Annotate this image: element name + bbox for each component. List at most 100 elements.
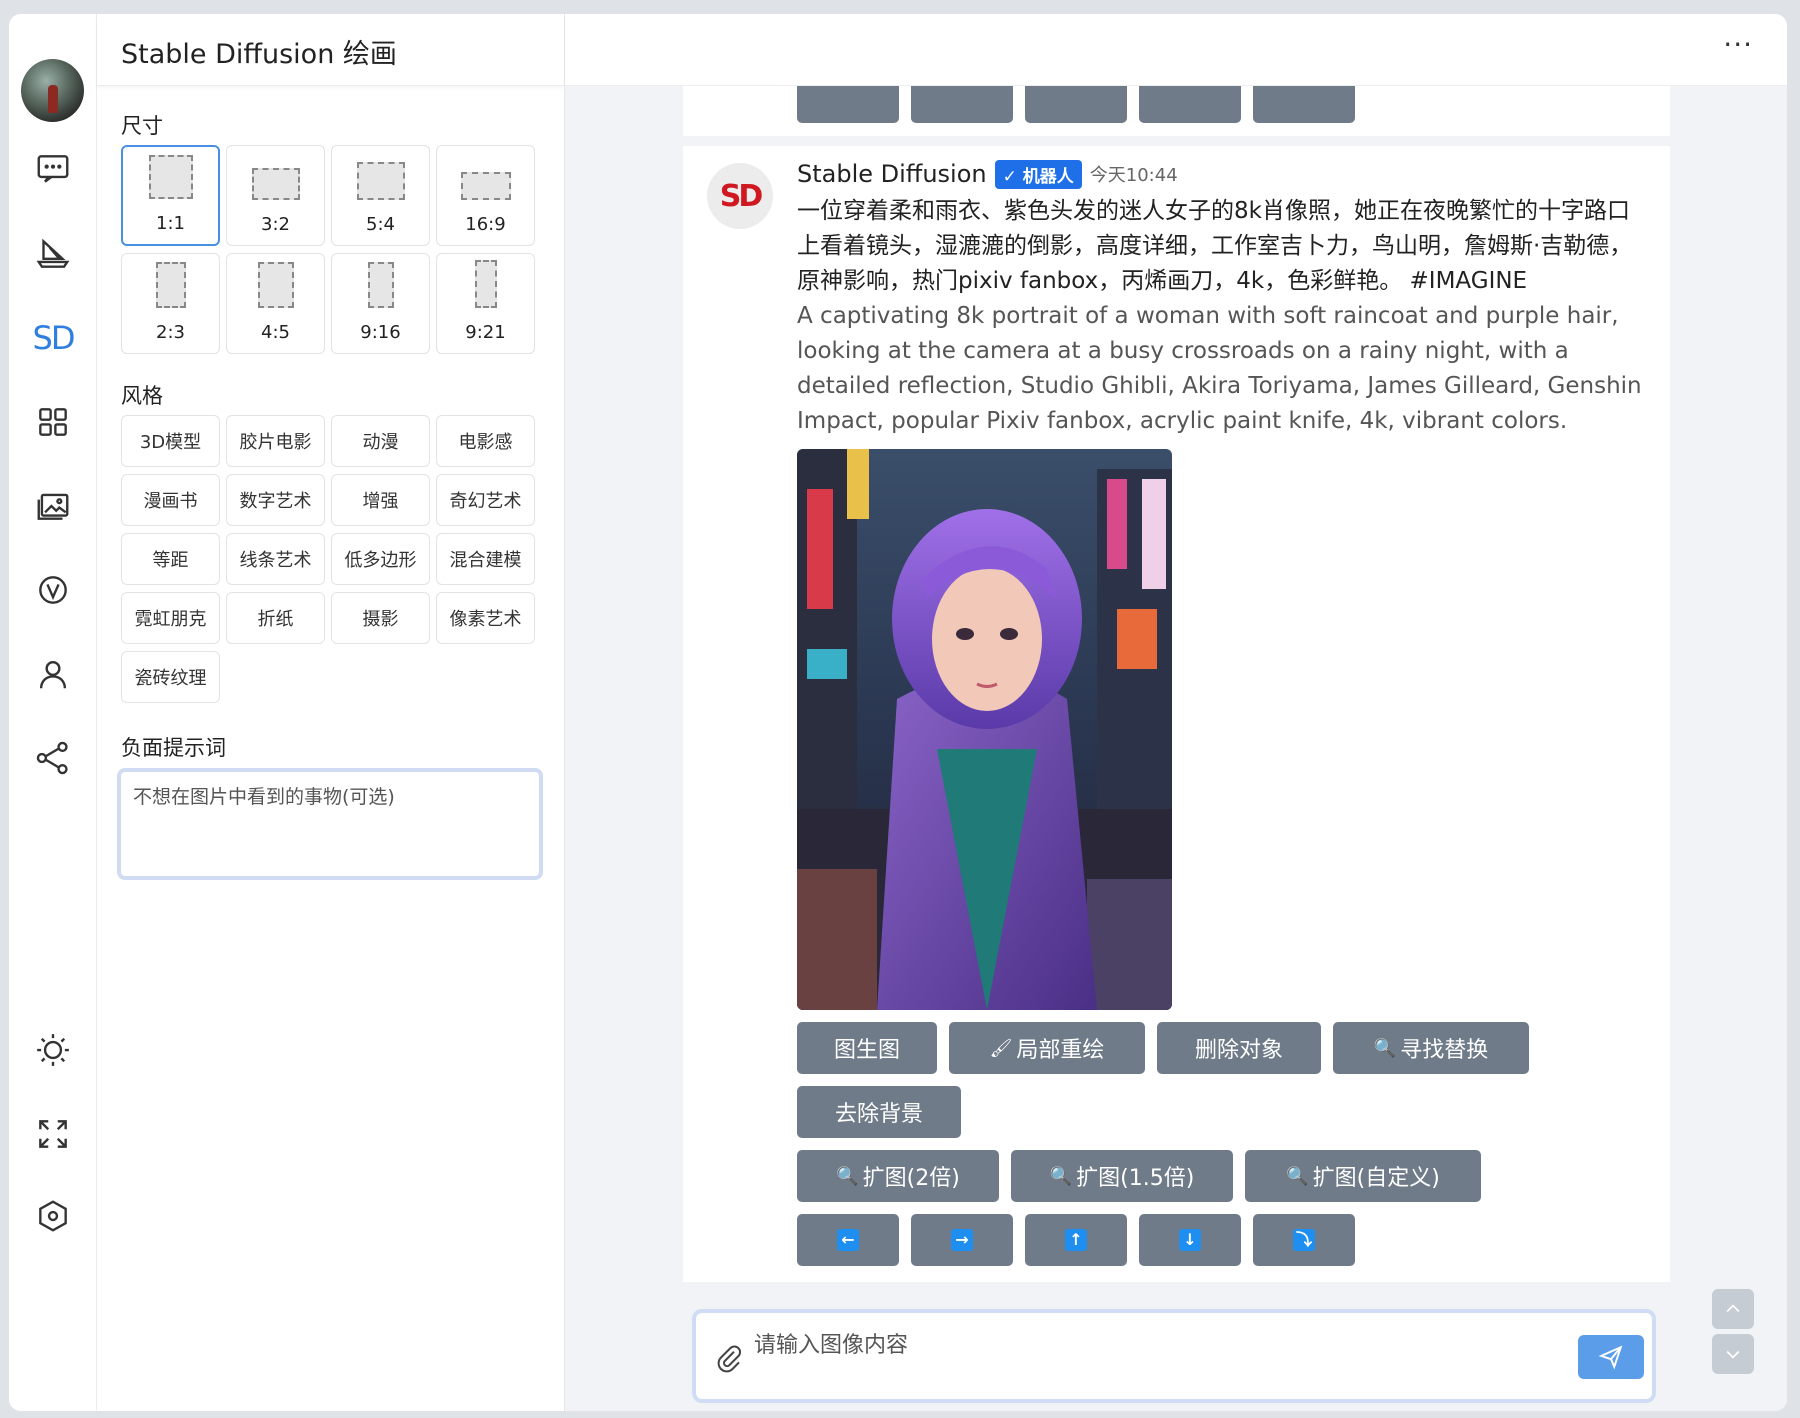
style-option[interactable]: 折纸: [226, 592, 325, 644]
action-button[interactable]: 🖌 局部重绘: [949, 1022, 1145, 1074]
apps-grid-icon[interactable]: [23, 392, 83, 452]
style-option[interactable]: 增强: [331, 474, 430, 526]
bot-badge: ✓ 机器人: [994, 159, 1082, 189]
size-option-label: 9:16: [360, 322, 401, 343]
fullscreen-icon[interactable]: [23, 1104, 83, 1164]
size-option[interactable]: 5:4: [331, 145, 430, 246]
send-button[interactable]: [1578, 1335, 1644, 1379]
action-button[interactable]: 🔍 扩图(1.5倍): [1011, 1150, 1233, 1202]
action-button-label: 扩图(1.5倍): [1076, 1166, 1195, 1191]
action-row-1: 图生图 🖌 局部重绘 删除对象 🔍 寻找替换: [797, 1022, 1647, 1074]
more-options-icon[interactable]: ···: [1723, 28, 1753, 61]
arrow-right-button[interactable]: →: [911, 1214, 1013, 1266]
action-button-label: 扩图(2倍): [862, 1166, 960, 1191]
style-option[interactable]: 摄影: [331, 592, 430, 644]
aspect-ratio-icon: [155, 262, 186, 308]
style-option[interactable]: 3D模型: [121, 415, 220, 467]
prev-arrow-button[interactable]: [1139, 86, 1241, 123]
size-option-label: 16:9: [465, 214, 506, 235]
aspect-ratio-icon: [367, 262, 394, 308]
style-option[interactable]: 瓷砖纹理: [121, 651, 220, 703]
chat-area: ··· SD Stable Diffusion ✓ 机器人 今天10:44 一位…: [565, 14, 1787, 1411]
app-window: SD Stable Diffusion 绘画 尺寸 1:1 3:2 5:4 16…: [9, 14, 1787, 1411]
scroll-up-button[interactable]: [1712, 1289, 1754, 1329]
arrow-down-button[interactable]: ↓: [1139, 1214, 1241, 1266]
style-option[interactable]: 胶片电影: [226, 415, 325, 467]
action-button-label: 图生图: [833, 1038, 900, 1063]
action-row-3: 🔍 扩图(2倍) 🔍 扩图(1.5倍) 🔍 扩图(自定义): [797, 1150, 1647, 1202]
style-option[interactable]: 霓虹朋克: [121, 592, 220, 644]
settings-panel: Stable Diffusion 绘画 尺寸 1:1 3:2 5:4 16:9 2:3 4…: [97, 14, 565, 1411]
style-option[interactable]: 线条艺术: [226, 533, 325, 585]
prev-arrow-button[interactable]: [797, 86, 899, 123]
bot-avatar: SD: [707, 163, 773, 229]
prev-arrow-button[interactable]: [1253, 86, 1355, 123]
message-body: Stable Diffusion ✓ 机器人 今天10:44 一位穿着柔和雨衣、…: [797, 158, 1647, 1266]
style-option[interactable]: 低多边形: [331, 533, 430, 585]
send-icon: [1598, 1345, 1623, 1370]
size-option[interactable]: 1:1: [121, 145, 220, 246]
style-option[interactable]: 动漫: [331, 415, 430, 467]
size-option[interactable]: 2:3: [121, 253, 220, 354]
user-avatar[interactable]: [21, 59, 84, 122]
size-option[interactable]: 16:9: [436, 145, 535, 246]
generated-image[interactable]: [797, 449, 1172, 1010]
icon-rail: SD: [9, 14, 97, 1411]
size-option[interactable]: 4:5: [226, 253, 325, 354]
v-icon[interactable]: [23, 560, 83, 620]
attach-icon[interactable]: [714, 1343, 744, 1373]
action-button-label: 去除背景: [834, 1102, 923, 1127]
share-icon[interactable]: [23, 728, 83, 788]
action-button[interactable]: 🔍 扩图(自定义): [1245, 1150, 1481, 1202]
size-option[interactable]: 3:2: [226, 145, 325, 246]
scroll-down-button[interactable]: [1712, 1334, 1754, 1374]
prompt-input-placeholder: 请输入图像内容: [754, 1333, 909, 1358]
aspect-ratio-icon: [257, 262, 294, 308]
style-option[interactable]: 电影感: [436, 415, 535, 467]
action-button[interactable]: 删除对象: [1157, 1022, 1321, 1074]
prompt-text-en: A captivating 8k portrait of a woman wit…: [797, 303, 1642, 434]
user-icon[interactable]: [23, 644, 83, 704]
prev-arrow-button[interactable]: [1025, 86, 1127, 123]
style-option[interactable]: 数字艺术: [226, 474, 325, 526]
negative-prompt-label: 负面提示词: [121, 736, 226, 760]
gallery-icon[interactable]: [23, 476, 83, 536]
chat-icon[interactable]: [23, 139, 83, 199]
chat-header: ···: [565, 14, 1787, 86]
brush-icon: 🖌: [989, 1037, 1013, 1059]
prev-arrow-button[interactable]: [911, 86, 1013, 123]
chevron-down-icon: [1726, 1350, 1740, 1359]
action-button[interactable]: 🔍 寻找替换: [1333, 1022, 1529, 1074]
arrow-up-button[interactable]: ↑: [1025, 1214, 1127, 1266]
aspect-ratio-icon: [251, 168, 300, 200]
action-button[interactable]: 🔍 扩图(2倍): [797, 1150, 999, 1202]
sailboat-icon[interactable]: [23, 224, 83, 284]
prompt-input-box[interactable]: 请输入图像内容: [692, 1309, 1656, 1403]
sd-icon[interactable]: SD: [23, 308, 83, 368]
previous-message-card: [683, 86, 1670, 136]
aspect-ratio-icon: [474, 260, 497, 308]
message-header: Stable Diffusion ✓ 机器人 今天10:44: [797, 158, 1647, 190]
action-button[interactable]: 图生图: [797, 1022, 937, 1074]
generated-image-art: [797, 449, 1172, 1010]
negative-prompt-input[interactable]: 不想在图片中看到的事物(可选): [117, 768, 543, 880]
arrow-turn-button[interactable]: ⤵: [1253, 1214, 1355, 1266]
arrow-icon: ↑: [1065, 1229, 1087, 1251]
action-button[interactable]: 去除背景: [797, 1086, 961, 1138]
style-option[interactable]: 等距: [121, 533, 220, 585]
size-option-label: 1:1: [156, 213, 185, 234]
size-option-label: 9:21: [465, 322, 506, 343]
style-option[interactable]: 漫画书: [121, 474, 220, 526]
style-option[interactable]: 像素艺术: [436, 592, 535, 644]
brightness-icon[interactable]: [23, 1020, 83, 1080]
arrow-icon: ⤵: [1293, 1229, 1315, 1251]
arrow-left-button[interactable]: ←: [797, 1214, 899, 1266]
style-option[interactable]: 混合建模: [436, 533, 535, 585]
settings-hex-icon[interactable]: [23, 1186, 83, 1246]
size-option[interactable]: 9:16: [331, 253, 430, 354]
style-grid: 3D模型 胶片电影 动漫 电影感漫画书 数字艺术 增强 奇幻艺术等距 线条艺术 低多边形 混合建模…: [121, 415, 535, 703]
arrow-icon: ←: [837, 1229, 859, 1251]
bot-badge-label: 机器人: [1022, 166, 1074, 187]
style-option[interactable]: 奇幻艺术: [436, 474, 535, 526]
size-option[interactable]: 9:21: [436, 253, 535, 354]
